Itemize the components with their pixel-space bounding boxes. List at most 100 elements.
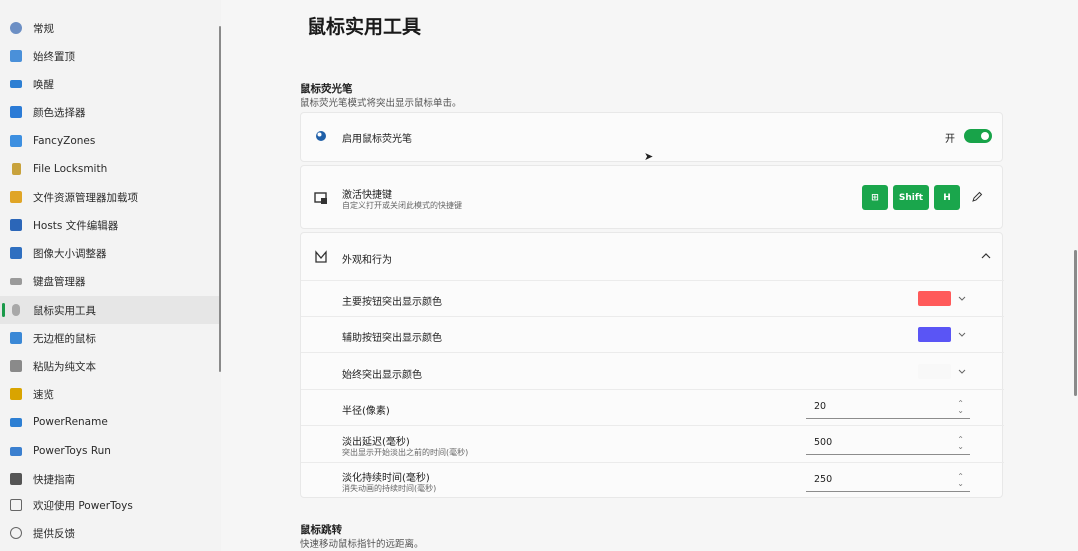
sidebar-item-file-locksmith[interactable]: File Locksmith (0, 155, 221, 183)
primary-color-picker[interactable] (918, 288, 972, 310)
run-icon (10, 446, 22, 456)
sidebar-item-label: 键盘管理器 (33, 275, 86, 288)
sidebar-item-label: 始终置顶 (33, 50, 75, 63)
fade-duration-label: 淡化持续时间(毫秒) (342, 473, 430, 484)
sidebar-item-feedback[interactable]: 提供反馈 (0, 519, 221, 547)
sidebar-item-label: 快捷指南 (33, 473, 75, 486)
main-scrollbar[interactable] (1074, 250, 1077, 396)
secondary-color-swatch (918, 327, 951, 342)
always-color-picker[interactable] (918, 361, 972, 383)
shortcut-label: 激活快捷键 (342, 190, 392, 201)
rename-icon (10, 417, 22, 427)
sidebar-item-fancyzones[interactable]: FancyZones (0, 127, 221, 155)
fancyzones-icon (10, 135, 22, 147)
sidebar-item-image-resizer[interactable]: 图像大小调整器 (0, 239, 221, 267)
sidebar-item-general[interactable]: 常规 (0, 14, 221, 42)
fade-delay-input[interactable]: 500 ⌃ ⌄ (806, 431, 970, 455)
mouse-cursor-icon: ➤ (644, 150, 654, 163)
sidebar-item-label: FancyZones (33, 135, 96, 147)
spin-icon[interactable]: ⌃ ⌄ (957, 436, 964, 451)
sidebar-item-awake[interactable]: 唤醒 (0, 70, 221, 98)
fade-delay-label: 淡出延迟(毫秒) (342, 437, 410, 448)
peek-icon (10, 388, 22, 400)
radius-value: 20 (814, 401, 827, 412)
appearance-card: 外观和行为 主要按钮突出显示颜色 辅助按钮突出显示颜色 始终突出显示颜色 半径(… (300, 232, 1004, 498)
secondary-color-label: 辅助按钮突出显示颜色 (342, 333, 442, 344)
primary-color-swatch (918, 291, 951, 306)
lock-icon (12, 163, 21, 175)
section-desc-highlighter: 鼠标荧光笔模式将突出显示鼠标单击。 (300, 98, 462, 109)
fade-delay-desc: 突出显示开始淡出之前的时间(毫秒) (342, 448, 469, 457)
sidebar-item-label: File Locksmith (33, 163, 108, 175)
sidebar-item-label: 唤醒 (33, 78, 54, 91)
sidebar-item-label: 粘贴为纯文本 (33, 360, 96, 373)
sidebar-item-label: 提供反馈 (33, 527, 75, 540)
edit-pencil-icon[interactable] (971, 191, 983, 203)
chevron-up-icon[interactable] (981, 252, 991, 260)
fade-duration-input[interactable]: 250 ⌃ ⌄ (806, 468, 970, 492)
sidebar-item-label: Hosts 文件编辑器 (33, 219, 119, 232)
sidebar-item-label: 无边框的鼠标 (33, 332, 96, 345)
radius-label: 半径(像素) (342, 406, 390, 417)
paste-icon (10, 360, 22, 372)
coffee-icon (10, 80, 22, 88)
sidebar-item-powerrename[interactable]: PowerRename (0, 408, 221, 436)
key-shift: Shift (893, 185, 929, 210)
borderless-mouse-icon (10, 332, 22, 344)
sidebar-item-label: PowerRename (33, 416, 108, 428)
highlighter-icon (316, 131, 326, 141)
keyboard-icon (10, 277, 22, 285)
spin-icon[interactable]: ⌃ ⌄ (957, 473, 964, 488)
chevron-down-icon (958, 332, 966, 337)
always-color-label: 始终突出显示颜色 (342, 370, 422, 381)
enable-label: 启用鼠标荧光笔 (342, 134, 412, 145)
sidebar-nav: 常规 始终置顶 唤醒 颜色选择器 FancyZones File Locksmi… (0, 0, 221, 551)
appearance-label: 外观和行为 (342, 255, 392, 266)
primary-color-label: 主要按钮突出显示颜色 (342, 297, 442, 308)
explorer-icon (10, 191, 22, 203)
welcome-icon (10, 499, 22, 511)
fade-delay-value: 500 (814, 437, 833, 448)
keyboard-shortcut-icon (314, 192, 327, 204)
sidebar-item-always-on-top[interactable]: 始终置顶 (0, 42, 221, 70)
sidebar-item-explorer-addons[interactable]: 文件资源管理器加载项 (0, 183, 221, 211)
sidebar-item-label: 速览 (33, 388, 54, 401)
toggle-state-text: 开 (945, 134, 955, 145)
shortcut-guide-icon (10, 473, 22, 485)
chevron-down-icon (958, 296, 966, 301)
section-title-highlighter: 鼠标荧光笔 (300, 83, 353, 95)
section-desc-mouse-jump: 快速移动鼠标指针的远距离。 (300, 539, 424, 550)
pin-window-icon (10, 50, 22, 62)
secondary-color-picker[interactable] (918, 324, 972, 346)
image-resize-icon (10, 247, 22, 259)
sidebar-item-mouse-utilities[interactable]: 鼠标实用工具 (0, 296, 221, 324)
mouse-icon (12, 304, 20, 316)
sidebar-item-color-picker[interactable]: 颜色选择器 (0, 98, 221, 126)
sidebar-item-shortcut-guide[interactable]: 快捷指南 (0, 465, 221, 493)
sidebar-item-label: 颜色选择器 (33, 106, 86, 119)
sidebar-item-keyboard-manager[interactable]: 键盘管理器 (0, 267, 221, 295)
sidebar-item-powertoys-run[interactable]: PowerToys Run (0, 437, 221, 465)
shortcut-card: 激活快捷键 自定义打开或关闭此模式的快捷键 ⊞ Shift H (300, 165, 1003, 229)
sidebar-item-label: 文件资源管理器加载项 (33, 191, 138, 204)
sidebar-item-welcome[interactable]: 欢迎使用 PowerToys (0, 491, 221, 519)
sidebar-item-mouse-without-borders[interactable]: 无边框的鼠标 (0, 324, 221, 352)
radius-input[interactable]: 20 ⌃ ⌄ (806, 395, 970, 419)
enable-toggle[interactable] (964, 129, 992, 143)
hosts-icon (10, 219, 22, 231)
sidebar-item-label: 常规 (33, 22, 54, 35)
sidebar-item-label: 图像大小调整器 (33, 247, 107, 260)
page-title: 鼠标实用工具 (307, 16, 422, 38)
main-content: 鼠标实用工具 鼠标荧光笔 鼠标荧光笔模式将突出显示鼠标单击。 启用鼠标荧光笔 开… (221, 0, 1078, 551)
sidebar-item-label: 欢迎使用 PowerToys (33, 499, 133, 512)
sidebar-item-label: PowerToys Run (33, 445, 111, 457)
sidebar-item-hosts-editor[interactable]: Hosts 文件编辑器 (0, 211, 221, 239)
spin-icon[interactable]: ⌃ ⌄ (957, 400, 964, 415)
shortcut-desc: 自定义打开或关闭此模式的快捷键 (342, 201, 462, 210)
sidebar-item-peek[interactable]: 速览 (0, 380, 221, 408)
fade-duration-value: 250 (814, 474, 833, 485)
color-picker-icon (10, 106, 22, 118)
sidebar-item-label: 鼠标实用工具 (33, 304, 96, 317)
key-win: ⊞ (862, 185, 888, 210)
sidebar-item-paste-plain[interactable]: 粘贴为纯文本 (0, 352, 221, 380)
